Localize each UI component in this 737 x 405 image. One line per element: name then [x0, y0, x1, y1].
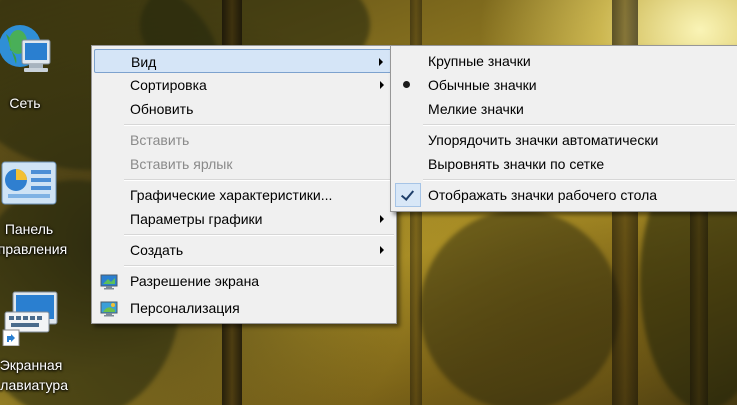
menu-separator — [124, 234, 394, 236]
menu-item-label: Вставить ярлык — [130, 156, 233, 172]
menu-item-label: Персонализация — [130, 300, 240, 316]
network-icon — [0, 20, 68, 89]
menu-separator — [124, 179, 394, 181]
menu-item-label: Создать — [130, 242, 184, 258]
menu-item-view[interactable]: Вид — [94, 49, 394, 73]
screen-resolution-icon — [100, 273, 118, 297]
menu-separator — [124, 124, 394, 126]
desktop-icon-label: Сеть — [9, 95, 41, 111]
menu-item-sort[interactable]: Сортировка — [94, 73, 394, 97]
menu-separator — [124, 265, 394, 267]
submenu-item-show-desktop-icons[interactable]: Отображать значки рабочего стола — [393, 183, 735, 207]
radio-bullet-icon — [403, 81, 410, 88]
control-panel-icon — [0, 160, 72, 215]
desktop-icon-control-panel[interactable]: Панель управления — [0, 160, 72, 259]
menu-item-label: Крупные значки — [428, 53, 531, 69]
menu-item-personalization[interactable]: Персонализация — [94, 296, 394, 320]
submenu-arrow-icon — [379, 58, 383, 66]
menu-item-label: Мелкие значки — [428, 101, 524, 117]
desktop-icon-network[interactable]: Сеть — [0, 20, 68, 113]
personalization-icon — [100, 300, 118, 324]
submenu-item-large-icons[interactable]: Крупные значки — [393, 49, 735, 73]
submenu-item-medium-icons[interactable]: Обычные значки — [393, 73, 735, 97]
desktop-icon-label-line1: Экранная — [0, 357, 63, 373]
submenu-item-auto-arrange[interactable]: Упорядочить значки автоматически — [393, 128, 735, 152]
desktop[interactable]: Сеть Панель управления — [0, 0, 737, 405]
menu-item-paste: Вставить — [94, 128, 394, 152]
menu-item-label: Вид — [131, 54, 157, 70]
desktop-icon-label-line2: клавиатура — [0, 377, 68, 393]
menu-item-refresh[interactable]: Обновить — [94, 97, 394, 121]
checkmark-icon — [400, 187, 415, 201]
check-box — [395, 183, 421, 207]
menu-item-label: Обновить — [130, 101, 194, 117]
menu-item-new[interactable]: Создать — [94, 238, 394, 262]
view-submenu: Крупные значки Обычные значки Мелкие зна… — [390, 45, 737, 212]
menu-item-paste-shortcut: Вставить ярлык — [94, 152, 394, 176]
menu-item-label: Обычные значки — [428, 77, 537, 93]
submenu-arrow-icon — [380, 246, 384, 254]
menu-item-graphics-options[interactable]: Параметры графики — [94, 207, 394, 231]
desktop-icon-label-line1: Панель — [4, 221, 54, 237]
submenu-arrow-icon — [380, 215, 384, 223]
desktop-icon-on-screen-keyboard[interactable]: Экранная клавиатура — [0, 290, 74, 395]
menu-item-label: Сортировка — [130, 77, 207, 93]
on-screen-keyboard-icon — [0, 290, 74, 351]
menu-separator — [423, 179, 735, 181]
menu-item-label: Графические характеристики... — [130, 187, 333, 203]
menu-item-label: Выровнять значки по сетке — [428, 156, 605, 172]
menu-item-label: Отображать значки рабочего стола — [428, 187, 658, 203]
menu-item-label: Разрешение экрана — [130, 273, 260, 289]
menu-item-graphics-properties[interactable]: Графические характеристики... — [94, 183, 394, 207]
menu-separator — [423, 124, 735, 126]
submenu-item-small-icons[interactable]: Мелкие значки — [393, 97, 735, 121]
menu-item-label: Параметры графики — [130, 211, 263, 227]
submenu-arrow-icon — [380, 81, 384, 89]
submenu-item-align-to-grid[interactable]: Выровнять значки по сетке — [393, 152, 735, 176]
menu-item-screen-resolution[interactable]: Разрешение экрана — [94, 269, 394, 293]
desktop-context-menu: Вид Сортировка Обновить Вставить Вставит… — [91, 45, 397, 324]
menu-item-label: Вставить — [130, 132, 190, 148]
desktop-icon-label-line2: управления — [0, 241, 68, 257]
menu-item-label: Упорядочить значки автоматически — [428, 132, 659, 148]
background-foliage — [420, 210, 620, 405]
